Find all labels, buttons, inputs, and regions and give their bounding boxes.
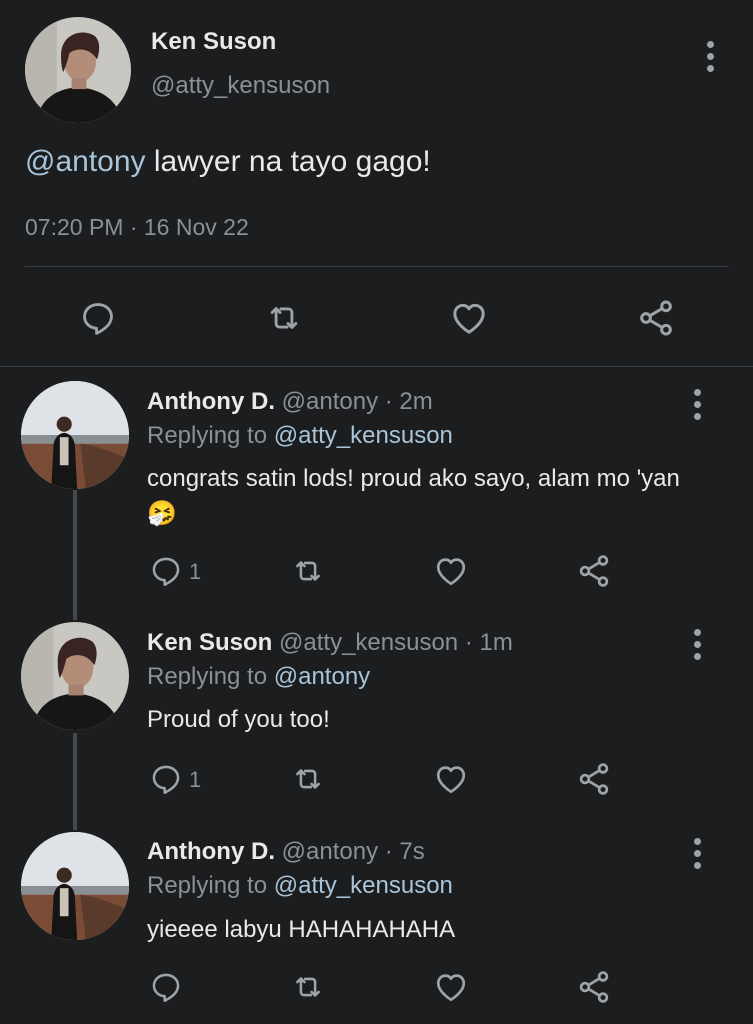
- avatar[interactable]: [25, 17, 131, 123]
- reply-header: Anthony D. @antony · 2m: [147, 388, 433, 416]
- retweet-icon[interactable]: [289, 762, 327, 796]
- thread-line: [73, 490, 77, 620]
- avatar-image: [21, 622, 129, 730]
- divider: [25, 266, 729, 267]
- more-options-icon[interactable]: [705, 41, 715, 72]
- author-name[interactable]: Ken Suson: [151, 28, 276, 56]
- retweet-icon[interactable]: [289, 554, 327, 588]
- replying-label: Replying to: [147, 422, 268, 449]
- tweet-text: @antony lawyer na tayo gago!: [25, 145, 431, 179]
- author-handle[interactable]: @atty_kensuson: [151, 72, 330, 100]
- replying-label: Replying to: [147, 872, 268, 899]
- share-icon[interactable]: [576, 969, 612, 1005]
- reply-count: 1: [189, 767, 202, 792]
- replying-to: Replying to @atty_kensuson: [147, 872, 453, 900]
- reply-time: · 7s: [384, 838, 425, 865]
- reply-text: yieeee labyu HAHAHAHAHA: [147, 916, 456, 943]
- replying-to: Replying to @antony: [147, 663, 370, 691]
- like-icon[interactable]: [449, 298, 489, 338]
- author-name[interactable]: Anthony D.: [147, 388, 275, 415]
- reply-body: congrats satin lods! proud ako sayo, ala…: [147, 465, 680, 492]
- more-options-icon[interactable]: [692, 389, 702, 420]
- like-icon[interactable]: [433, 553, 469, 589]
- retweet-icon[interactable]: [289, 970, 327, 1004]
- avatar-image: [25, 17, 131, 123]
- share-icon[interactable]: [636, 298, 676, 338]
- author-name[interactable]: Ken Suson: [147, 629, 272, 656]
- avatar-image: [21, 832, 129, 940]
- reply-text: Proud of you too!: [147, 706, 330, 733]
- reply-icon[interactable]: [149, 970, 183, 1004]
- author-handle[interactable]: @antony: [282, 838, 378, 865]
- reply-icon[interactable]: [149, 762, 183, 796]
- reply-icon[interactable]: [79, 299, 117, 337]
- avatar[interactable]: [21, 622, 129, 730]
- like-icon[interactable]: [433, 969, 469, 1005]
- replying-label: Replying to: [147, 663, 268, 690]
- mention-link[interactable]: @antony: [25, 145, 146, 178]
- author-handle[interactable]: @antony: [282, 388, 378, 415]
- reply-time: · 2m: [384, 388, 433, 415]
- author-name[interactable]: Anthony D.: [147, 838, 275, 865]
- divider: [0, 366, 753, 367]
- avatar[interactable]: [21, 832, 129, 940]
- reply-time: · 1m: [464, 629, 513, 656]
- reply-header: Ken Suson @atty_kensuson · 1m: [147, 629, 513, 657]
- author-handle[interactable]: @atty_kensuson: [279, 629, 458, 656]
- share-icon[interactable]: [576, 761, 612, 797]
- mention-link[interactable]: @atty_kensuson: [274, 422, 453, 449]
- tweet-body: lawyer na tayo gago!: [145, 145, 431, 178]
- reply-text: congrats satin lods! proud ako sayo, ala…: [147, 462, 707, 531]
- reply-header: Anthony D. @antony · 7s: [147, 838, 425, 866]
- tweet-timestamp: 07:20 PM · 16 Nov 22: [25, 214, 249, 240]
- mention-link[interactable]: @atty_kensuson: [274, 872, 453, 899]
- avatar-image: [21, 381, 129, 489]
- mention-link[interactable]: @antony: [274, 663, 370, 690]
- like-icon[interactable]: [433, 761, 469, 797]
- sneezing-face-emoji: 🤧: [147, 499, 177, 527]
- replying-to: Replying to @atty_kensuson: [147, 422, 453, 450]
- reply-icon[interactable]: [149, 554, 183, 588]
- thread-line: [73, 733, 77, 830]
- more-options-icon[interactable]: [692, 629, 702, 660]
- avatar[interactable]: [21, 381, 129, 489]
- retweet-icon[interactable]: [263, 299, 305, 337]
- more-options-icon[interactable]: [692, 838, 702, 869]
- reply-count: 1: [189, 559, 202, 584]
- share-icon[interactable]: [576, 553, 612, 589]
